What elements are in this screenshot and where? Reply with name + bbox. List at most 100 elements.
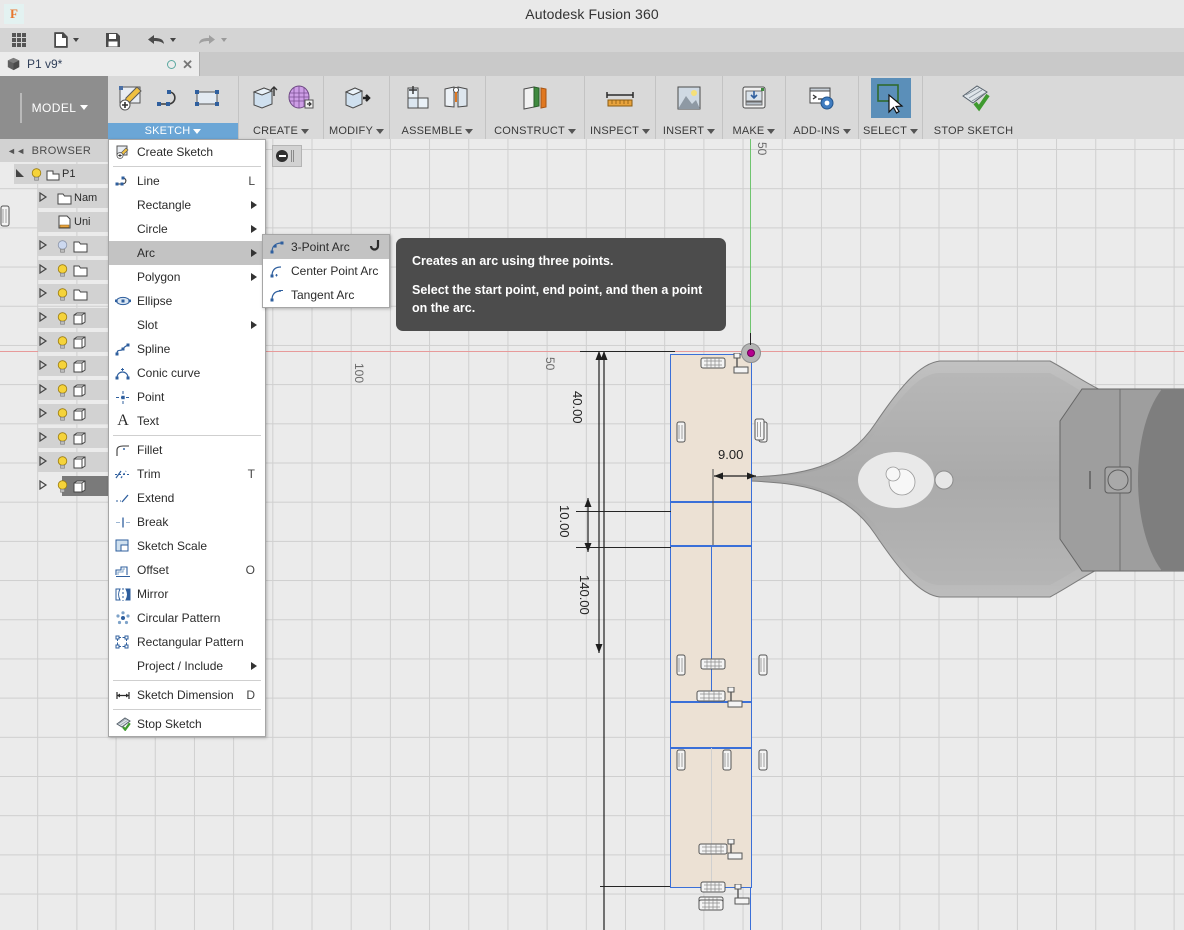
constraint-coincident-icon[interactable]	[700, 357, 726, 369]
menu-item-polygon[interactable]: Polygon	[109, 265, 265, 289]
3d-print-button[interactable]	[736, 80, 772, 116]
app-grid-button[interactable]	[6, 28, 32, 52]
tree-row-body-4[interactable]	[0, 378, 108, 402]
sketch-rectangle-button[interactable]	[190, 80, 226, 116]
construct-plane-button[interactable]	[517, 80, 553, 116]
expander-icon[interactable]	[38, 311, 54, 325]
tree-row-body-6[interactable]	[0, 426, 108, 450]
ribbon-panel-label-construct[interactable]: CONSTRUCT	[486, 123, 584, 139]
expander-icon[interactable]	[38, 359, 54, 373]
menu-item-text[interactable]: A Text	[109, 409, 265, 433]
tree-row-body-3[interactable]	[0, 354, 108, 378]
tree-row-origin[interactable]	[0, 234, 108, 258]
constraint-coincident-bottom-icon[interactable]	[698, 899, 724, 911]
extrude-button[interactable]	[245, 80, 280, 116]
constraint-perpendicular-icon-4[interactable]	[729, 884, 751, 908]
redo-button[interactable]	[192, 28, 233, 52]
ribbon-panel-label-make[interactable]: MAKE	[723, 123, 785, 139]
undo-button[interactable]	[141, 28, 182, 52]
origin-point[interactable]	[741, 343, 761, 363]
menu-item-slot[interactable]: Slot	[109, 313, 265, 337]
expander-icon[interactable]	[38, 479, 54, 493]
close-icon[interactable]: ✕	[182, 58, 193, 71]
lightbulb-icon[interactable]	[54, 335, 70, 349]
lightbulb-icon[interactable]	[54, 287, 70, 301]
menu-item-ellipse[interactable]: Ellipse	[109, 289, 265, 313]
create-sketch-button[interactable]	[114, 80, 150, 116]
collapse-icon[interactable]: ◄◄	[7, 146, 26, 156]
lightbulb-icon[interactable]	[28, 167, 44, 181]
submenu-item-center-point-arc[interactable]: Center Point Arc	[263, 259, 389, 283]
ribbon-panel-label-assemble[interactable]: ASSEMBLE	[390, 123, 485, 139]
workspace-selector[interactable]: MODEL	[0, 76, 108, 139]
constraint-vertical-icon-7[interactable]	[758, 749, 768, 771]
menu-item-sketch-scale[interactable]: Sketch Scale	[109, 534, 265, 558]
sketch-dropdown-menu[interactable]: Create Sketch Line L Rectangle Circle Ar…	[108, 139, 266, 737]
press-pull-button[interactable]	[339, 80, 375, 116]
lightbulb-icon[interactable]	[54, 359, 70, 373]
expander-icon[interactable]	[38, 239, 54, 253]
menu-item-rectangular-pattern[interactable]: Rectangular Pattern	[109, 630, 265, 654]
submenu-item-tangent-arc[interactable]: Tangent Arc	[263, 283, 389, 307]
tree-row-body-2[interactable]	[0, 330, 108, 354]
constraint-vertical-icon-6[interactable]	[722, 749, 732, 771]
select-tool-button[interactable]	[870, 78, 911, 118]
dimension-label-40[interactable]: 40.00	[570, 391, 585, 424]
menu-item-circle[interactable]: Circle	[109, 217, 265, 241]
tree-row-named-views[interactable]: Nam	[0, 186, 108, 210]
new-document-button[interactable]	[48, 28, 85, 52]
tree-row-body-5[interactable]	[0, 402, 108, 426]
menu-item-extend[interactable]: Extend	[109, 486, 265, 510]
sketch-palette-mini[interactable]	[272, 145, 302, 167]
expander-icon[interactable]	[38, 431, 54, 445]
ribbon-panel-label-insert[interactable]: INSERT	[656, 123, 722, 139]
constraint-perpendicular-icon-2[interactable]	[722, 687, 744, 711]
ribbon-panel-label-addins[interactable]: ADD-INS	[786, 123, 858, 139]
menu-item-break[interactable]: Break	[109, 510, 265, 534]
constraint-coincident-icon-3[interactable]	[700, 658, 726, 670]
lightbulb-icon[interactable]	[54, 311, 70, 325]
menu-item-sketch-dimension[interactable]: Sketch Dimension D	[109, 683, 265, 707]
constraint-vertical-icon-4[interactable]	[758, 654, 768, 676]
expander-icon[interactable]	[38, 455, 54, 469]
ribbon-panel-label-sketch[interactable]: SKETCH	[108, 123, 238, 139]
menu-item-circular-pattern[interactable]: Circular Pattern	[109, 606, 265, 630]
submenu-item-3-point-arc[interactable]: 3-Point Arc	[263, 235, 389, 259]
measure-button[interactable]	[602, 80, 638, 116]
joint-button[interactable]	[439, 80, 475, 116]
insert-image-button[interactable]	[671, 80, 707, 116]
expander-icon[interactable]	[38, 383, 54, 397]
menu-item-conic-curve[interactable]: Conic curve	[109, 361, 265, 385]
ribbon-panel-label-inspect[interactable]: INSPECT	[585, 123, 655, 139]
create-form-button[interactable]	[282, 80, 317, 116]
menu-item-spline[interactable]: Spline	[109, 337, 265, 361]
lightbulb-icon[interactable]	[54, 407, 70, 421]
tree-row-body-1[interactable]	[0, 306, 108, 330]
expander-icon[interactable]	[38, 263, 54, 277]
sketch-line-button[interactable]	[152, 80, 188, 116]
expander-icon[interactable]	[38, 335, 54, 349]
constraint-vertical-icon-5[interactable]	[676, 749, 686, 771]
save-button[interactable]	[99, 28, 127, 52]
constraint-perpendicular-icon-3[interactable]	[722, 839, 746, 863]
tree-row-folder-2[interactable]	[0, 282, 108, 306]
expander-icon[interactable]	[38, 191, 54, 205]
new-component-button[interactable]	[401, 80, 437, 116]
tree-row-folder-1[interactable]	[0, 258, 108, 282]
menu-item-rectangle[interactable]: Rectangle	[109, 193, 265, 217]
arc-submenu[interactable]: 3-Point Arc Center Point Arc Tangent Arc	[262, 234, 390, 308]
expander-icon[interactable]	[38, 287, 54, 301]
lightbulb-icon[interactable]	[54, 431, 70, 445]
menu-item-line[interactable]: Line L	[109, 169, 265, 193]
constraint-vertical-body-icon[interactable]	[752, 417, 768, 443]
tree-row-body-7[interactable]	[0, 450, 108, 474]
tree-row-units[interactable]: Uni	[0, 210, 108, 234]
menu-item-arc[interactable]: Arc	[109, 241, 265, 265]
scripts-addins-button[interactable]	[804, 80, 840, 116]
lightbulb-icon[interactable]	[54, 263, 70, 277]
ribbon-panel-label-select[interactable]: SELECT	[859, 123, 922, 139]
lightbulb-icon[interactable]	[54, 455, 70, 469]
body-silhouette[interactable]	[750, 349, 1184, 609]
stop-icon[interactable]	[276, 150, 288, 162]
menu-item-trim[interactable]: Trim T	[109, 462, 265, 486]
